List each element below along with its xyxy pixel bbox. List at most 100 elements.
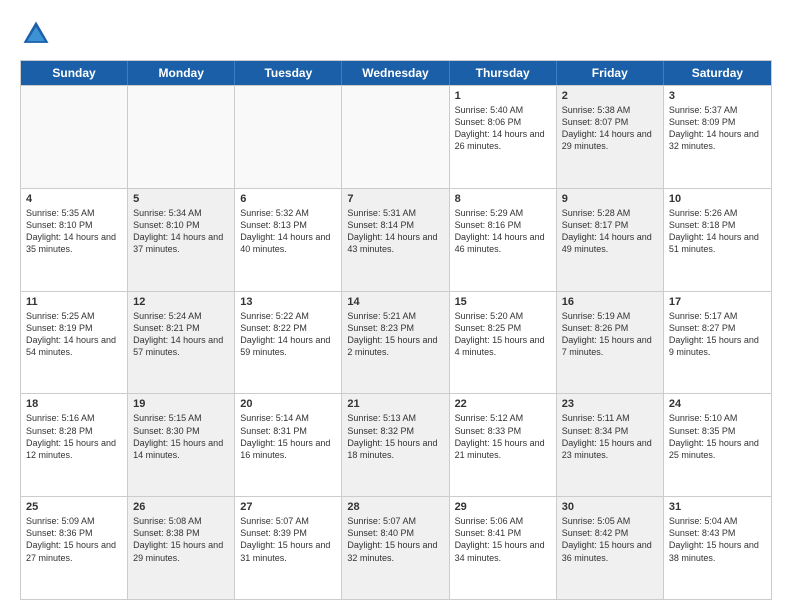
day-number: 2: [562, 90, 658, 102]
calendar-cell: 27Sunrise: 5:07 AM Sunset: 8:39 PM Dayli…: [235, 497, 342, 599]
calendar-week-row: 4 Sunrise: 5:35 AM Sunset: 8:10 PM Daylig…: [21, 188, 771, 291]
day-number: 30: [562, 501, 658, 513]
day-number: 19: [133, 398, 229, 410]
cell-info: Sunrise: 5:24 AM Sunset: 8:21 PM Dayligh…: [133, 310, 229, 359]
calendar-cell: 4 Sunrise: 5:35 AM Sunset: 8:10 PM Daylig…: [21, 189, 128, 291]
calendar-cell: 28 Sunrise: 5:07 AM Sunset: 8:40 PM Dayli…: [342, 497, 449, 599]
calendar-cell: 2 Sunrise: 5:38 AM Sunset: 8:07 PM Daylig…: [557, 86, 664, 188]
calendar-cell: 23 Sunrise: 5:11 AM Sunset: 8:34 PM Dayli…: [557, 394, 664, 496]
calendar-cell: 9Sunrise: 5:28 AM Sunset: 8:17 PM Daylig…: [557, 189, 664, 291]
cell-info: Sunrise: 5:04 AM Sunset: 8:43 PM Dayligh…: [669, 515, 766, 564]
calendar-cell: [235, 86, 342, 188]
day-number: 22: [455, 398, 551, 410]
cell-info: Sunrise: 5:40 AM Sunset: 8:06 PM Dayligh…: [455, 104, 551, 153]
cell-info: Sunrise: 5:17 AM Sunset: 8:27 PM Dayligh…: [669, 310, 766, 359]
cell-info: Sunrise: 5:31 AM Sunset: 8:14 PM Dayligh…: [347, 207, 443, 256]
cell-info: Sunrise: 5:11 AM Sunset: 8:34 PM Dayligh…: [562, 412, 658, 461]
day-number: 29: [455, 501, 551, 513]
calendar-cell: 29Sunrise: 5:06 AM Sunset: 8:41 PM Dayli…: [450, 497, 557, 599]
cell-info: Sunrise: 5:19 AM Sunset: 8:26 PM Dayligh…: [562, 310, 658, 359]
cell-info: Sunrise: 5:09 AM Sunset: 8:36 PM Dayligh…: [26, 515, 122, 564]
calendar-cell: [21, 86, 128, 188]
logo: [20, 18, 56, 50]
calendar-cell: 26 Sunrise: 5:08 AM Sunset: 8:38 PM Dayli…: [128, 497, 235, 599]
day-number: 24: [669, 398, 766, 410]
calendar-header-cell: Saturday: [664, 61, 771, 85]
cell-info: Sunrise: 5:13 AM Sunset: 8:32 PM Dayligh…: [347, 412, 443, 461]
day-number: 25: [26, 501, 122, 513]
day-number: 28: [347, 501, 443, 513]
day-number: 10: [669, 193, 766, 205]
day-number: 31: [669, 501, 766, 513]
day-number: 17: [669, 296, 766, 308]
calendar-cell: 22Sunrise: 5:12 AM Sunset: 8:33 PM Dayli…: [450, 394, 557, 496]
day-number: 4: [26, 193, 122, 205]
calendar-cell: 17 Sunrise: 5:17 AM Sunset: 8:27 PM Dayli…: [664, 292, 771, 394]
calendar-cell: 31 Sunrise: 5:04 AM Sunset: 8:43 PM Dayli…: [664, 497, 771, 599]
day-number: 12: [133, 296, 229, 308]
cell-info: Sunrise: 5:10 AM Sunset: 8:35 PM Dayligh…: [669, 412, 766, 461]
day-number: 15: [455, 296, 551, 308]
cell-info: Sunrise: 5:38 AM Sunset: 8:07 PM Dayligh…: [562, 104, 658, 153]
cell-info: Sunrise: 5:07 AM Sunset: 8:40 PM Dayligh…: [347, 515, 443, 564]
day-number: 23: [562, 398, 658, 410]
calendar-week-row: 1 Sunrise: 5:40 AM Sunset: 8:06 PM Daylig…: [21, 85, 771, 188]
day-number: 18: [26, 398, 122, 410]
calendar-header-cell: Tuesday: [235, 61, 342, 85]
calendar-cell: 20 Sunrise: 5:14 AM Sunset: 8:31 PM Dayli…: [235, 394, 342, 496]
calendar-header-cell: Friday: [557, 61, 664, 85]
day-number: 13: [240, 296, 336, 308]
calendar-cell: 11Sunrise: 5:25 AM Sunset: 8:19 PM Dayli…: [21, 292, 128, 394]
calendar-cell: 1 Sunrise: 5:40 AM Sunset: 8:06 PM Daylig…: [450, 86, 557, 188]
calendar: SundayMondayTuesdayWednesdayThursdayFrid…: [20, 60, 772, 600]
cell-info: Sunrise: 5:29 AM Sunset: 8:16 PM Dayligh…: [455, 207, 551, 256]
calendar-cell: 5Sunrise: 5:34 AM Sunset: 8:10 PM Daylig…: [128, 189, 235, 291]
day-number: 14: [347, 296, 443, 308]
calendar-cell: 24 Sunrise: 5:10 AM Sunset: 8:35 PM Dayli…: [664, 394, 771, 496]
calendar-cell: 10Sunrise: 5:26 AM Sunset: 8:18 PM Dayli…: [664, 189, 771, 291]
cell-info: Sunrise: 5:08 AM Sunset: 8:38 PM Dayligh…: [133, 515, 229, 564]
calendar-header-cell: Sunday: [21, 61, 128, 85]
day-number: 3: [669, 90, 766, 102]
calendar-cell: 15 Sunrise: 5:20 AM Sunset: 8:25 PM Dayli…: [450, 292, 557, 394]
calendar-cell: 14 Sunrise: 5:21 AM Sunset: 8:23 PM Dayli…: [342, 292, 449, 394]
calendar-cell: 13Sunrise: 5:22 AM Sunset: 8:22 PM Dayli…: [235, 292, 342, 394]
calendar-cell: [128, 86, 235, 188]
calendar-week-row: 11Sunrise: 5:25 AM Sunset: 8:19 PM Dayli…: [21, 291, 771, 394]
calendar-week-row: 25 Sunrise: 5:09 AM Sunset: 8:36 PM Dayli…: [21, 496, 771, 599]
cell-info: Sunrise: 5:34 AM Sunset: 8:10 PM Dayligh…: [133, 207, 229, 256]
calendar-header-cell: Wednesday: [342, 61, 449, 85]
calendar-cell: 16 Sunrise: 5:19 AM Sunset: 8:26 PM Dayli…: [557, 292, 664, 394]
cell-info: Sunrise: 5:14 AM Sunset: 8:31 PM Dayligh…: [240, 412, 336, 461]
cell-info: Sunrise: 5:16 AM Sunset: 8:28 PM Dayligh…: [26, 412, 122, 461]
calendar-cell: 12 Sunrise: 5:24 AM Sunset: 8:21 PM Dayli…: [128, 292, 235, 394]
day-number: 1: [455, 90, 551, 102]
cell-info: Sunrise: 5:37 AM Sunset: 8:09 PM Dayligh…: [669, 104, 766, 153]
calendar-week-row: 18 Sunrise: 5:16 AM Sunset: 8:28 PM Dayli…: [21, 393, 771, 496]
cell-info: Sunrise: 5:25 AM Sunset: 8:19 PM Dayligh…: [26, 310, 122, 359]
day-number: 16: [562, 296, 658, 308]
day-number: 8: [455, 193, 551, 205]
day-number: 6: [240, 193, 336, 205]
cell-info: Sunrise: 5:32 AM Sunset: 8:13 PM Dayligh…: [240, 207, 336, 256]
cell-info: Sunrise: 5:21 AM Sunset: 8:23 PM Dayligh…: [347, 310, 443, 359]
cell-info: Sunrise: 5:20 AM Sunset: 8:25 PM Dayligh…: [455, 310, 551, 359]
calendar-header-row: SundayMondayTuesdayWednesdayThursdayFrid…: [21, 61, 771, 85]
day-number: 26: [133, 501, 229, 513]
calendar-header-cell: Monday: [128, 61, 235, 85]
header: [20, 18, 772, 50]
day-number: 21: [347, 398, 443, 410]
cell-info: Sunrise: 5:28 AM Sunset: 8:17 PM Dayligh…: [562, 207, 658, 256]
cell-info: Sunrise: 5:05 AM Sunset: 8:42 PM Dayligh…: [562, 515, 658, 564]
day-number: 20: [240, 398, 336, 410]
calendar-body: 1 Sunrise: 5:40 AM Sunset: 8:06 PM Daylig…: [21, 85, 771, 599]
cell-info: Sunrise: 5:35 AM Sunset: 8:10 PM Dayligh…: [26, 207, 122, 256]
calendar-cell: 7Sunrise: 5:31 AM Sunset: 8:14 PM Daylig…: [342, 189, 449, 291]
calendar-cell: 18 Sunrise: 5:16 AM Sunset: 8:28 PM Dayli…: [21, 394, 128, 496]
calendar-header-cell: Thursday: [450, 61, 557, 85]
logo-icon: [20, 18, 52, 50]
calendar-cell: [342, 86, 449, 188]
page: SundayMondayTuesdayWednesdayThursdayFrid…: [0, 0, 792, 612]
cell-info: Sunrise: 5:07 AM Sunset: 8:39 PM Dayligh…: [240, 515, 336, 564]
calendar-cell: 25 Sunrise: 5:09 AM Sunset: 8:36 PM Dayli…: [21, 497, 128, 599]
